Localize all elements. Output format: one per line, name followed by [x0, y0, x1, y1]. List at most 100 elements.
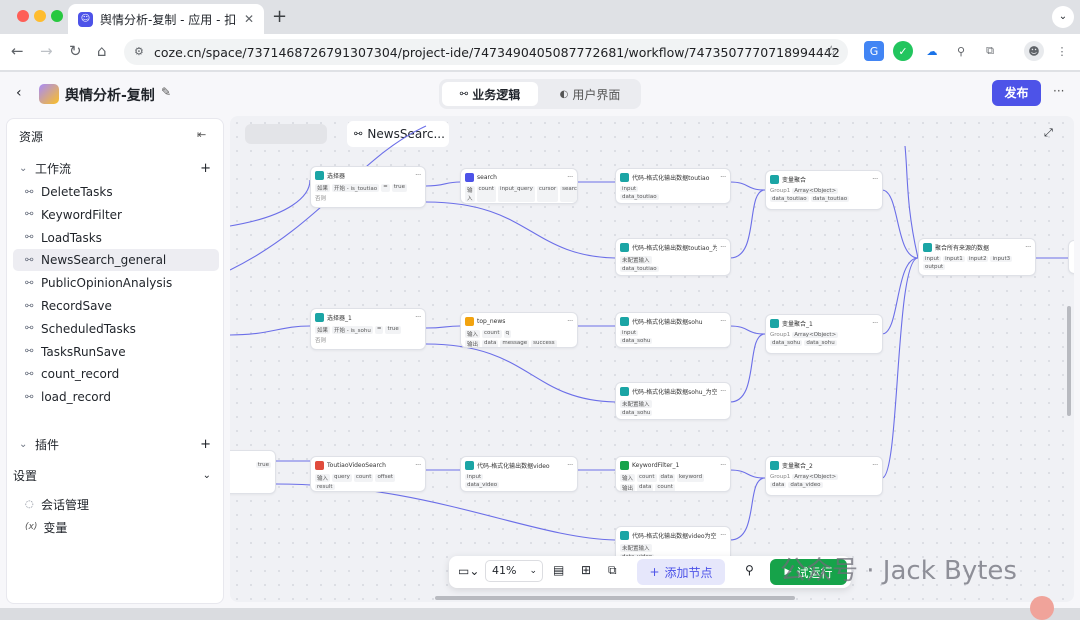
zoom-select[interactable]: 41% ⌄	[485, 560, 543, 582]
layout-grid-icon[interactable]: ⊞	[581, 563, 591, 577]
browser-menu-icon[interactable]: ⋮	[1052, 41, 1072, 61]
more-icon[interactable]: ···	[720, 174, 726, 181]
more-icon[interactable]: ···	[872, 320, 878, 327]
workflow-node[interactable]: top_news ··· 输入 count q 输出 data message success	[460, 312, 578, 348]
close-window-button[interactable]	[17, 10, 29, 22]
input-pill: 输入	[465, 186, 475, 202]
more-button[interactable]: ···	[1053, 84, 1064, 98]
tab-search-chevron-icon[interactable]: ⌄	[1052, 6, 1074, 28]
workflow-node[interactable]: 变量聚合_1 ··· Group1 Array<Object> data_sohu dat…	[765, 314, 883, 354]
reload-icon[interactable]: ↻	[69, 42, 82, 60]
minimize-window-button[interactable]	[34, 10, 46, 22]
sidebar-item-workflow[interactable]: ⚯ ScheduledTasks	[13, 318, 219, 340]
zoom-window-button[interactable]	[51, 10, 63, 22]
puzzle-extension-icon[interactable]: ⚲	[951, 41, 971, 61]
more-icon[interactable]: ···	[720, 532, 726, 539]
extensions-icon[interactable]: ⧉	[980, 41, 1000, 61]
edit-icon[interactable]: ✎	[161, 85, 171, 99]
horizontal-scrollbar[interactable]	[435, 596, 795, 600]
back-chevron-icon[interactable]: ‹	[16, 85, 22, 101]
workflow-node[interactable]: 代码-格式化输出数据toutiao ··· input data_toutiao	[615, 168, 731, 204]
address-bar[interactable]: ⚙ coze.cn/space/7371468726791307304/proj…	[124, 39, 848, 65]
workflow-node[interactable]: 代码-格式化输出数据video ··· input data_video	[460, 456, 578, 492]
chevron-down-icon: ⌄	[529, 566, 537, 576]
add-plugin-icon[interactable]: +	[200, 437, 211, 452]
workflow-node[interactable]: 代码-格式化输出数据toutiao_为空 ··· 未配置输入 data_toutiao	[615, 238, 731, 276]
vpn-extension-icon[interactable]: ✓	[893, 41, 913, 61]
tab-business-logic[interactable]: ⚯ 业务逻辑	[442, 82, 538, 106]
workflow-node[interactable]: 代码-格式化输出数据sohu_为空 ··· 未配置输入 data_sohu	[615, 382, 731, 420]
workflow-node[interactable]: search ··· 输入countinput_querycursorsearch_…	[460, 168, 578, 204]
comment-icon[interactable]: ▤	[553, 563, 564, 577]
publish-button[interactable]: 发布	[992, 80, 1041, 106]
more-icon[interactable]: ···	[415, 314, 421, 321]
more-icon[interactable]: ···	[872, 462, 878, 469]
more-icon[interactable]: ···	[567, 462, 573, 469]
sidebar-item-variables[interactable]: (x) 变量	[13, 516, 219, 538]
collapse-sidebar-icon[interactable]: ⇤	[197, 128, 206, 141]
sidebar-item-workflow[interactable]: ⚯ RecordSave	[13, 295, 219, 317]
workflow-section-header[interactable]: ⌄ 工作流 +	[13, 157, 219, 179]
back-arrow-icon[interactable]: ←	[11, 42, 24, 60]
sidebar-item-workflow[interactable]: ⚯ NewsSearch_general	[13, 249, 219, 272]
minimap-icon[interactable]: ▭⌄	[458, 564, 479, 578]
bookmark-star-icon[interactable]: ☆	[825, 42, 838, 60]
sidebar-item-workflow[interactable]: ⚯ LoadTasks	[13, 227, 219, 249]
more-icon[interactable]: ···	[720, 244, 726, 251]
profile-avatar[interactable]: ☻	[1024, 41, 1044, 61]
tab-user-interface-label: 用户界面	[572, 87, 621, 102]
sidebar-item-workflow[interactable]: ⚯ load_record	[13, 386, 219, 408]
sidebar-item-workflow[interactable]: ⚯ PublicOpinionAnalysis	[13, 272, 219, 294]
workflow-node[interactable]: 代码-格式化输出数据sohu ··· input data_sohu	[615, 312, 731, 348]
workflow-node[interactable]: 变量聚合_2 ··· Group1 Array<Object> data data_vid…	[765, 456, 883, 496]
plus-icon: +	[649, 565, 660, 579]
more-icon[interactable]: ···	[872, 176, 878, 183]
translate-extension-icon[interactable]: G	[864, 41, 884, 61]
workflow-node[interactable]: ToutiaoVideoSearch ··· 输入 query count offset r…	[310, 456, 426, 492]
sidebar-item-workflow[interactable]: ⚯ count_record	[13, 363, 219, 385]
align-icon[interactable]: ⧉	[608, 563, 617, 578]
workflow-node[interactable]: 选择器_1 ··· 如果 开始 - is_sohu = true 否则	[310, 308, 426, 350]
close-tab-icon[interactable]: ✕	[244, 12, 254, 26]
workflow-icon: ⚯	[25, 186, 34, 198]
node-cond-part: 开始 - is_sohu	[332, 326, 373, 334]
cloud-extension-icon[interactable]: ☁	[922, 41, 942, 61]
workflow-node[interactable]: 聚合所有来源的数据 ··· input input1 input2 input3 outpu…	[918, 238, 1036, 276]
more-icon[interactable]: ···	[567, 318, 573, 325]
more-icon[interactable]: ···	[720, 462, 726, 469]
site-info-icon[interactable]: ⚙	[134, 45, 144, 58]
plugins-section-header[interactable]: ⌄ 插件 +	[13, 433, 219, 455]
more-icon[interactable]: ···	[567, 174, 573, 181]
sidebar-item-workflow[interactable]: ⚯ KeywordFilter	[13, 204, 219, 226]
forward-arrow-icon[interactable]: →	[40, 42, 53, 60]
browser-tab[interactable]: ☺ 舆情分析-复制 - 应用 - 扣子 ✕	[68, 4, 264, 34]
sidebar-item-workflow[interactable]: ⚯ TasksRunSave	[13, 341, 219, 363]
workflow-node-partial[interactable]	[1068, 240, 1074, 274]
debug-icon[interactable]: ⚲	[745, 563, 754, 577]
add-node-button[interactable]: + 添加节点	[637, 559, 725, 585]
sidebar-item-workflow[interactable]: ⚯ DeleteTasks	[13, 181, 219, 203]
more-icon[interactable]: ···	[1025, 244, 1031, 251]
node-title: top_news	[477, 317, 506, 325]
more-icon[interactable]: ···	[720, 388, 726, 395]
add-workflow-icon[interactable]: +	[200, 161, 211, 176]
workflow-node[interactable]: KeywordFilter_1 ··· 输入 count data keyword 输出 da…	[615, 456, 731, 492]
more-icon[interactable]: ···	[415, 462, 421, 469]
workflow-node[interactable]: 变量聚合 ··· Group1 Array<Object> data_toutiao da…	[765, 170, 883, 210]
settings-section-header[interactable]: 设置 ⌄	[13, 464, 219, 486]
vertical-scrollbar[interactable]	[1067, 306, 1071, 416]
chat-icon: ◌	[25, 498, 34, 510]
input-pill: query	[332, 474, 352, 482]
workflow-node-partial[interactable]: true	[230, 450, 276, 494]
input-pill: input3	[990, 256, 1013, 262]
more-icon[interactable]: ···	[720, 318, 726, 325]
new-tab-button[interactable]: +	[272, 6, 287, 27]
more-icon[interactable]: ···	[415, 172, 421, 179]
sidebar-item-session-management[interactable]: ◌ 会话管理	[13, 493, 219, 515]
home-icon[interactable]: ⌂	[97, 42, 107, 60]
workflow-canvas[interactable]: ⚯ NewsSearc... ⤢ 选择器 ··· 如果 开始 - is_toutiao =…	[230, 116, 1074, 602]
workflow-node[interactable]: 选择器 ··· 如果 开始 - is_toutiao = true 否则	[310, 166, 426, 208]
node-type-icon	[315, 170, 324, 180]
tab-user-interface[interactable]: ◐ 用户界面	[542, 82, 638, 106]
node-title: 代码-格式化输出数据video	[477, 462, 550, 470]
